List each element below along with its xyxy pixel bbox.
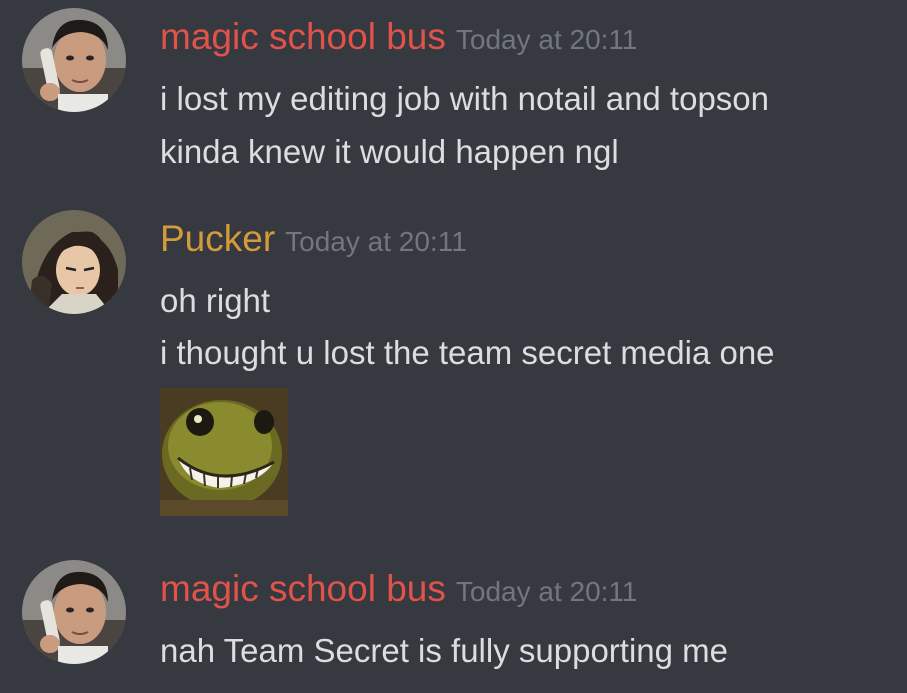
man-on-phone-avatar-icon (22, 560, 126, 664)
user-avatar[interactable] (22, 560, 126, 664)
message-text: i thought u lost the team secret media o… (160, 334, 775, 371)
message-header: magic school bus Today at 20:11 (160, 16, 638, 58)
message-header: Pucker Today at 20:11 (160, 218, 467, 260)
message-text: kinda knew it would happen ngl (160, 133, 619, 170)
user-avatar[interactable] (22, 8, 126, 112)
emoji[interactable] (160, 388, 288, 516)
timestamp: Today at 20:11 (455, 24, 638, 55)
timestamp: Today at 20:11 (285, 226, 467, 257)
message-header: magic school bus Today at 20:11 (160, 568, 638, 610)
man-on-phone-avatar-icon (22, 8, 126, 112)
anime-girl-avatar-icon (22, 210, 126, 314)
message-text: nah Team Secret is fully supporting me (160, 632, 729, 669)
user-avatar[interactable] (22, 210, 126, 314)
message-text: oh right (160, 282, 271, 319)
username[interactable]: magic school bus (160, 16, 446, 57)
grinning-frog-emoji-icon (160, 388, 288, 516)
username[interactable]: Pucker (160, 218, 275, 259)
timestamp: Today at 20:11 (455, 576, 638, 607)
username[interactable]: magic school bus (160, 568, 446, 609)
message-text: i lost my editing job with notail and to… (160, 80, 770, 117)
